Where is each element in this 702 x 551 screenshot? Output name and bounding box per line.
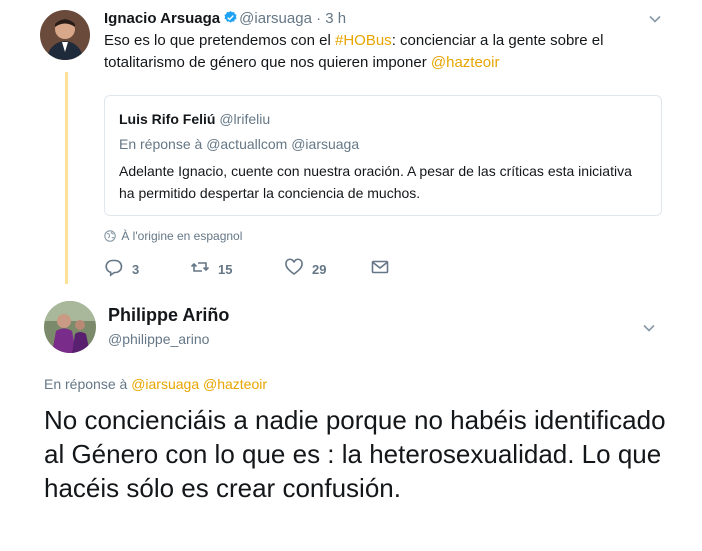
like-button[interactable]: 29 <box>284 258 326 280</box>
avatar-philippe-arino[interactable] <box>44 301 96 353</box>
tweet-actions: 3 15 29 <box>104 258 404 280</box>
hashtag-link[interactable]: #HOBus <box>335 32 392 49</box>
quoted-tweet-card[interactable]: Luis Rifo Feliú @lrifeliu En réponse à @… <box>104 95 662 216</box>
reply-mentions-link[interactable]: @iarsuaga @hazteoir <box>131 376 267 392</box>
avatar-ignacio-arsuaga[interactable] <box>40 10 90 60</box>
globe-icon <box>104 230 116 242</box>
tweet-header: Ignacio Arsuaga @iarsuaga · 3 h <box>104 10 346 28</box>
thread-connector-line <box>65 72 68 284</box>
reply-icon <box>104 257 124 282</box>
chevron-down-icon[interactable] <box>648 12 662 26</box>
retweet-button[interactable]: 15 <box>190 258 232 280</box>
quoted-text: Adelante Ignacio, cuente con nuestra ora… <box>119 163 632 201</box>
quoted-author-name: Luis Rifo Feliú <box>119 111 216 127</box>
author-name[interactable]: Ignacio Arsuaga <box>104 10 220 27</box>
author-handle[interactable]: @philippe_arino <box>108 330 209 348</box>
verified-badge-icon <box>223 10 238 25</box>
envelope-icon <box>370 257 390 282</box>
separator-dot: · <box>316 10 322 27</box>
quoted-author-handle: @lrifeliu <box>219 111 271 127</box>
like-count: 29 <box>312 261 327 277</box>
reply-context: En réponse à @iarsuaga @hazteoir <box>44 375 267 393</box>
author-name[interactable]: Philippe Ariño <box>108 304 229 326</box>
tweet-text: No concienciáis a nadie porque no habéis… <box>44 405 666 503</box>
reply-to-handles: @actuallcom @iarsuaga <box>206 136 360 152</box>
reply-button[interactable]: 3 <box>104 258 139 280</box>
reply-prefix: En réponse à <box>44 376 128 392</box>
translation-note: À l'origine en espagnol <box>104 228 242 244</box>
quoted-author: Luis Rifo Feliú @lrifeliu <box>119 110 270 128</box>
reply-count: 3 <box>132 261 140 277</box>
retweet-icon <box>190 257 210 282</box>
direct-message-button[interactable] <box>370 258 390 280</box>
chevron-down-icon[interactable] <box>642 321 656 335</box>
heart-icon <box>284 257 304 282</box>
tweet-text: Eso es lo que pretendemos con el #HOBus:… <box>104 30 664 74</box>
mention-link[interactable]: @hazteoir <box>431 54 500 71</box>
tweet-timestamp[interactable]: 3 h <box>325 10 346 27</box>
retweet-count: 15 <box>218 261 233 277</box>
reply-prefix: En réponse à <box>119 136 203 152</box>
quoted-reply-context: En réponse à @actuallcom @iarsuaga <box>119 135 359 153</box>
translation-label[interactable]: À l'origine en espagnol <box>121 229 242 243</box>
author-handle[interactable]: @iarsuaga <box>239 10 312 27</box>
tweet-text-part: Eso es lo que pretendemos con el <box>104 32 335 49</box>
